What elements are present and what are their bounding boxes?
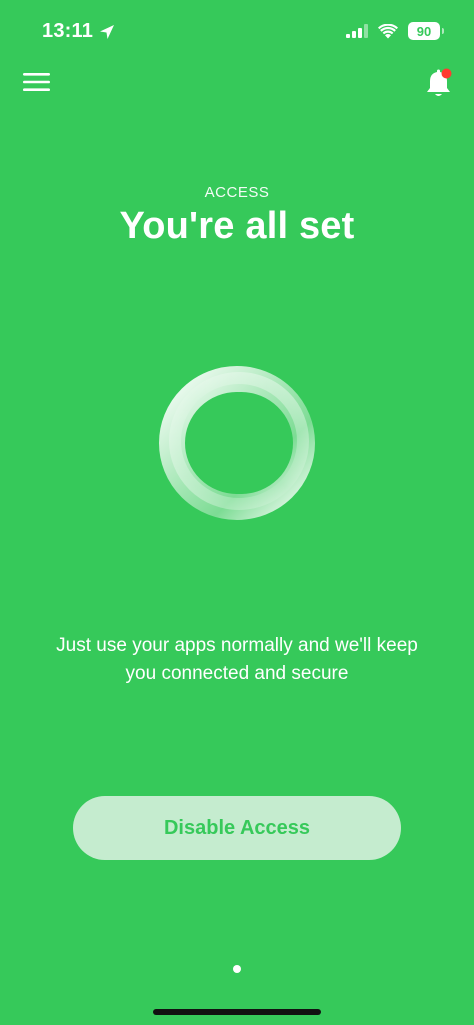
disable-access-button[interactable]: Disable Access (73, 796, 401, 860)
location-arrow-icon (100, 24, 115, 39)
cellular-signal-icon (346, 24, 368, 38)
home-indicator[interactable] (153, 1009, 321, 1015)
page-title: You're all set (119, 205, 355, 247)
bell-icon[interactable] (422, 67, 456, 101)
status-description: Just use your apps normally and we'll ke… (56, 635, 418, 684)
page-indicator-dot (233, 965, 241, 973)
status-bar: 13:11 90 (0, 0, 474, 62)
connected-ring-icon (159, 366, 315, 520)
wifi-icon (378, 23, 398, 38)
status-indicators: 90 (346, 22, 444, 40)
notification-badge (441, 68, 452, 79)
battery-icon: 90 (408, 22, 444, 40)
hamburger-menu-icon[interactable] (22, 71, 52, 93)
battery-level: 90 (416, 23, 432, 39)
status-time: 13:11 (42, 20, 94, 42)
section-eyebrow: ACCESS (204, 184, 270, 201)
app-screen: 13:11 90 ACCESS You're all set Just use … (0, 0, 474, 1025)
status-time-group: 13:11 (42, 20, 115, 43)
